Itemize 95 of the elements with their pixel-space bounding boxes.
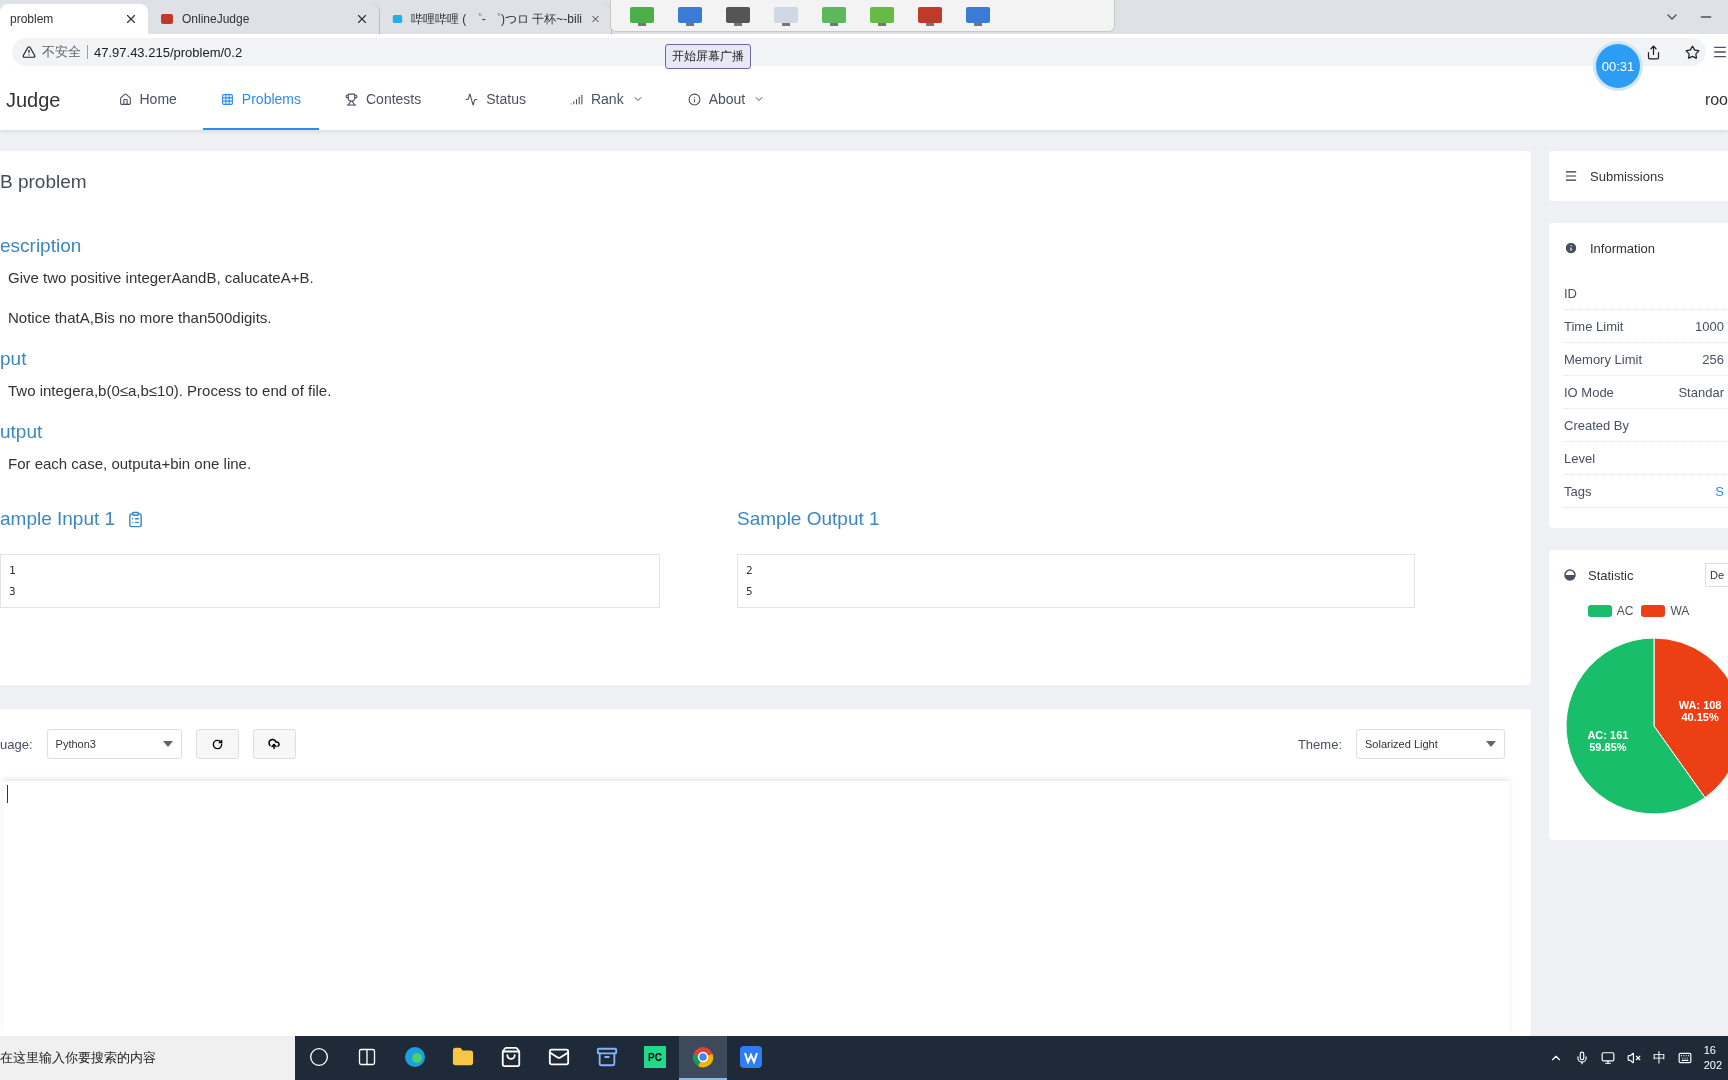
section-heading: escription	[0, 235, 82, 257]
info-value: 1000	[1695, 318, 1724, 334]
nav-item[interactable]: Home	[100, 70, 195, 130]
chart-select[interactable]: De	[1704, 563, 1728, 587]
tab-title: problem	[10, 12, 55, 26]
info-icon	[687, 92, 701, 106]
sample-block: 2 5	[737, 554, 1415, 608]
language-select[interactable]: Python3	[46, 729, 182, 759]
bar-chart-icon	[569, 92, 583, 106]
keyboard-icon[interactable]	[1677, 1051, 1692, 1065]
reset-button[interactable]	[195, 729, 239, 759]
slice-label: WA: 108 40.15%	[1678, 699, 1722, 724]
section-heading: put	[0, 348, 27, 370]
volume-muted-icon[interactable]	[1626, 1051, 1641, 1065]
browser-tab[interactable]: problem	[0, 4, 148, 34]
tooltip: 开始屏幕广播	[665, 44, 751, 69]
submissions-card[interactable]: Submissions	[1549, 151, 1728, 201]
nav-item[interactable]: Rank	[551, 70, 662, 130]
info-label: Tags	[1564, 483, 1592, 499]
caret-icon	[162, 741, 173, 747]
chart-icon	[1564, 569, 1576, 581]
mail-icon[interactable]	[548, 1046, 570, 1068]
problem-title: B problem	[0, 171, 88, 193]
star-icon[interactable]	[1685, 44, 1700, 60]
info-label: Level	[1564, 450, 1596, 466]
shopping-bag-icon[interactable]	[500, 1046, 522, 1068]
text-cursor	[7, 785, 8, 803]
info-label: IO Mode	[1564, 384, 1614, 400]
folder-icon[interactable]	[452, 1046, 474, 1068]
theme-label: Theme:	[1297, 736, 1342, 752]
info-label: Time Limit	[1564, 318, 1624, 334]
menu-icon[interactable]	[1712, 44, 1728, 60]
language-label: uage:	[0, 736, 33, 752]
caret-icon	[1486, 741, 1496, 747]
share-icon[interactable]	[1646, 44, 1661, 60]
tab-title: OnlineJudge	[182, 12, 251, 26]
task-view-icon[interactable]	[357, 1047, 377, 1067]
security-label: 不安全	[42, 43, 81, 61]
search-circle-icon[interactable]	[309, 1047, 329, 1067]
section-heading: utput	[0, 421, 43, 443]
sample-block: 1 3	[0, 554, 660, 608]
nav-item[interactable]: Problems	[202, 70, 319, 130]
tag-link[interactable]: S	[1715, 483, 1724, 499]
copy-icon[interactable]	[127, 510, 145, 528]
theme-select[interactable]: Solarized Light	[1356, 729, 1505, 759]
trophy-icon	[345, 92, 358, 106]
legend-item[interactable]: AC	[1587, 604, 1634, 618]
pulse-icon	[465, 92, 479, 106]
chrome-icon[interactable]	[692, 1046, 714, 1068]
archive-icon[interactable]	[596, 1046, 618, 1068]
grid-icon	[220, 92, 234, 106]
card-title: Information	[1590, 240, 1656, 256]
info-label: ID	[1564, 285, 1577, 301]
tab-title: 哔哩哔哩 ( ゜- ゜)つロ 干杯~-bili	[411, 10, 582, 28]
info-label: Created By	[1564, 417, 1630, 433]
upload-button[interactable]	[252, 729, 296, 759]
home-icon	[118, 92, 132, 106]
timer-badge: 00:31	[1596, 44, 1640, 88]
pycharm-logo[interactable]: PC	[644, 1046, 666, 1068]
info-label: Memory Limit	[1564, 351, 1642, 367]
sample-heading: Sample Output 1	[737, 508, 880, 530]
browser-icon[interactable]	[404, 1046, 426, 1068]
section-text: For each case, outputa+bin one line.	[7, 454, 253, 474]
close-icon[interactable]	[355, 12, 369, 26]
document-app-icon[interactable]	[740, 1046, 762, 1068]
card-title: Statistic	[1588, 567, 1634, 583]
list-icon	[1564, 169, 1578, 183]
microphone-icon[interactable]	[1574, 1051, 1589, 1065]
nav-item[interactable]: Status	[447, 70, 544, 130]
info-icon	[1564, 241, 1578, 255]
reset-icon	[211, 738, 223, 750]
info-value: Standar	[1678, 384, 1724, 400]
brand-title: Judge	[6, 88, 61, 112]
site-icon	[392, 12, 403, 26]
search-field[interactable]: 在这里输入你要搜索的内容	[0, 1036, 295, 1080]
info-value: 256	[1702, 351, 1724, 367]
ime-indicator[interactable]: 中	[1652, 1049, 1666, 1067]
warning-icon	[22, 45, 36, 59]
cloud-upload-icon	[268, 738, 281, 750]
sample-heading: ample Input 1	[0, 508, 116, 530]
section-text: Give two positive integerAandB, calucateA+B.	[7, 268, 315, 288]
site-icon	[160, 12, 174, 26]
section-text: Notice thatA,Bis no more than500digits.	[7, 308, 273, 328]
submissions-link[interactable]: Submissions	[1590, 168, 1664, 184]
nav-item[interactable]: About	[669, 70, 784, 130]
legend-item[interactable]: WA	[1641, 604, 1690, 618]
close-icon[interactable]	[124, 12, 138, 26]
url-text: 47.97.43.215/problem/0.2	[94, 44, 243, 60]
section-text: Two integera,b(0≤a,b≤10). Process to end of file.	[7, 381, 333, 401]
network-icon[interactable]	[1600, 1051, 1615, 1065]
slice-label: AC: 161 59.85%	[1587, 728, 1629, 753]
nav-item[interactable]: Contests	[327, 70, 440, 130]
clock[interactable]: 16 202	[1703, 1043, 1722, 1073]
taskbar-app[interactable]: PC	[631, 1036, 679, 1080]
user-name[interactable]: roo	[1704, 91, 1728, 109]
